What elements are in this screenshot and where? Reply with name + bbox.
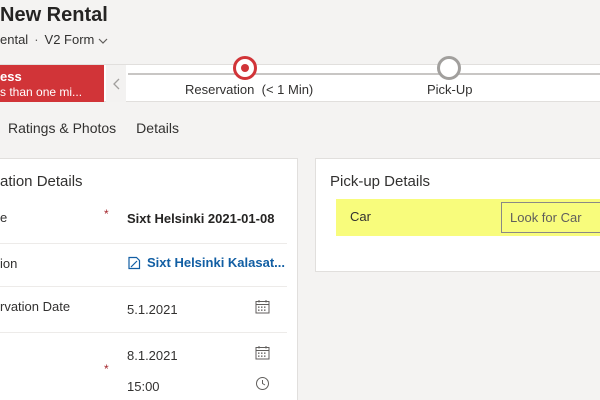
pickup-time-field[interactable]: 15:00: [127, 379, 160, 394]
process-flag-title: ess: [0, 69, 22, 84]
field-row-location: ion Sixt Helsinki Kalasat...: [0, 244, 287, 287]
process-flag-duration: s than one mi...: [0, 85, 83, 99]
form-selector[interactable]: V2 Form: [45, 32, 109, 47]
field-label: Car: [350, 209, 371, 224]
name-field[interactable]: Sixt Helsinki 2021-01-08: [127, 211, 274, 226]
location-lookup-link[interactable]: Sixt Helsinki Kalasat...: [127, 255, 285, 270]
pickup-date-field[interactable]: 8.1.2021: [127, 348, 178, 363]
car-lookup-input[interactable]: [501, 202, 600, 233]
chevron-down-icon: [98, 38, 108, 44]
stage-inactive-indicator: [437, 56, 461, 80]
page-title: New Rental: [0, 4, 108, 26]
tab-ratings-photos[interactable]: Ratings & Photos: [8, 120, 116, 136]
required-indicator: *: [104, 207, 109, 221]
record-icon: [128, 256, 141, 269]
stage-duration: (< 1 Min): [261, 82, 314, 97]
stage-label: Reservation (< 1 Min): [185, 82, 314, 97]
stage-label: Pick-Up: [427, 82, 473, 97]
previous-stage-button[interactable]: [106, 65, 126, 102]
location-link-text: Sixt Helsinki Kalasat...: [147, 255, 286, 270]
reservation-date-field[interactable]: 5.1.2021: [127, 302, 178, 317]
field-row-car: Car: [336, 199, 600, 236]
stage-active-indicator: [233, 56, 257, 80]
process-line: [128, 73, 600, 75]
form-name: V2 Form: [44, 32, 95, 47]
form-tabs: Ratings & Photos Details: [8, 120, 179, 136]
separator-dot: ·: [34, 32, 39, 47]
field-label: rvation Date: [0, 299, 71, 314]
chevron-left-icon: [112, 78, 119, 89]
calendar-icon[interactable]: [255, 299, 270, 314]
field-row-reservation-date: rvation Date 5.1.2021: [0, 287, 287, 333]
section-title: Pick-up Details: [330, 173, 431, 190]
pickup-details-section: Pick-up Details Car: [315, 158, 600, 272]
section-title: ation Details: [0, 173, 83, 190]
clock-icon[interactable]: [255, 376, 270, 391]
business-process-flow: ess s than one mi... Reservation (< 1 Mi…: [0, 56, 600, 102]
entity-name: ental: [0, 32, 29, 47]
required-indicator: *: [104, 362, 109, 376]
reservation-details-section: ation Details e * Sixt Helsinki 2021-01-…: [0, 158, 298, 400]
field-row-pickup-datetime: * 8.1.2021 15:00: [0, 333, 287, 400]
calendar-icon[interactable]: [255, 345, 270, 360]
field-label: ion: [0, 256, 18, 271]
tab-details[interactable]: Details: [136, 120, 179, 136]
record-subtitle: ental · V2 Form: [0, 32, 108, 47]
field-row-name: e * Sixt Helsinki 2021-01-08: [0, 199, 287, 244]
process-flag[interactable]: ess s than one mi...: [0, 65, 104, 102]
field-label: e: [0, 210, 8, 225]
